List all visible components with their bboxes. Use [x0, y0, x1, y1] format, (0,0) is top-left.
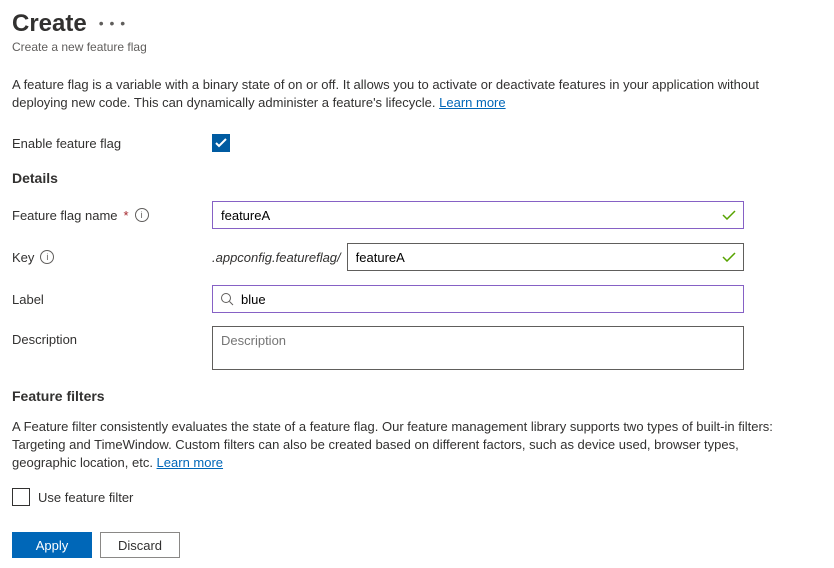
- label-field-label: Label: [12, 292, 44, 307]
- intro-learn-more-link[interactable]: Learn more: [439, 95, 505, 110]
- flag-name-label: Feature flag name: [12, 208, 118, 223]
- filters-text: A Feature filter consistently evaluates …: [12, 418, 792, 472]
- filters-learn-more-link[interactable]: Learn more: [157, 455, 223, 470]
- filters-heading: Feature filters: [12, 388, 822, 404]
- checkmark-icon: [215, 138, 227, 148]
- use-filter-label: Use feature filter: [38, 490, 133, 505]
- apply-button[interactable]: Apply: [12, 532, 92, 558]
- more-icon[interactable]: • • •: [99, 15, 126, 31]
- key-prefix: .appconfig.featureflag/: [212, 250, 341, 265]
- discard-button[interactable]: Discard: [100, 532, 180, 558]
- flag-name-input[interactable]: [212, 201, 744, 229]
- key-label: Key: [12, 250, 34, 265]
- page-title: Create: [12, 10, 87, 38]
- enable-flag-label: Enable feature flag: [12, 136, 212, 151]
- info-icon[interactable]: i: [40, 250, 54, 264]
- label-input[interactable]: [212, 285, 744, 313]
- key-input[interactable]: [347, 243, 744, 271]
- page-subtitle: Create a new feature flag: [12, 40, 822, 54]
- details-heading: Details: [12, 170, 822, 186]
- intro-text: A feature flag is a variable with a bina…: [12, 76, 792, 112]
- use-filter-checkbox[interactable]: [12, 488, 30, 506]
- required-asterisk: *: [124, 208, 129, 223]
- info-icon[interactable]: i: [135, 208, 149, 222]
- description-label: Description: [12, 332, 77, 347]
- description-input[interactable]: [212, 326, 744, 370]
- enable-flag-checkbox[interactable]: [212, 134, 230, 152]
